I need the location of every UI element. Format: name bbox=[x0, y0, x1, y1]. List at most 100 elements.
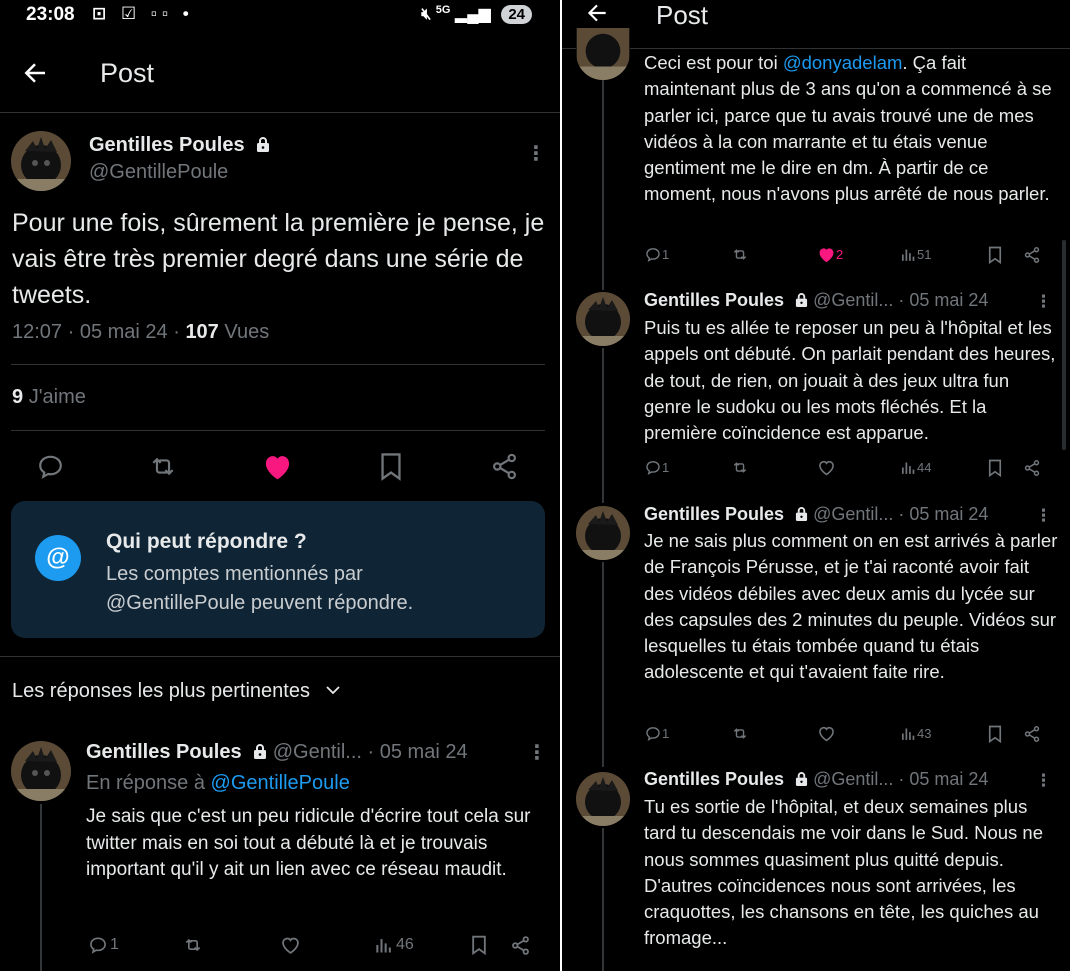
reply-icon[interactable] bbox=[36, 452, 65, 481]
like-count: 2 bbox=[836, 247, 844, 262]
repost-icon[interactable] bbox=[730, 459, 750, 476]
reply-more-options-icon[interactable]: ⋮ bbox=[527, 743, 547, 763]
bookmark-icon[interactable] bbox=[987, 246, 1003, 264]
post-time: 12:07 · 05 mai 24 · bbox=[12, 321, 180, 343]
views-icon bbox=[376, 939, 391, 953]
in-reply-prefix: En réponse à bbox=[86, 772, 205, 794]
lock-icon bbox=[257, 137, 270, 152]
reply-count: 1 bbox=[662, 247, 670, 262]
post-date: · 05 mai 24 bbox=[898, 290, 989, 310]
lock-icon bbox=[795, 772, 808, 786]
author-avatar[interactable] bbox=[11, 131, 71, 191]
more-options-icon[interactable]: ⋮ bbox=[1035, 507, 1052, 524]
bookmark-icon[interactable] bbox=[378, 452, 404, 481]
thread-post-text: Puis tu es allée te reposer un peu à l'h… bbox=[644, 317, 1056, 444]
bookmark-icon[interactable] bbox=[987, 725, 1003, 743]
share-icon[interactable] bbox=[1023, 725, 1041, 743]
views-count: 46 bbox=[396, 936, 414, 953]
repost-icon[interactable] bbox=[182, 935, 204, 955]
like-button[interactable]: 2 bbox=[817, 246, 843, 263]
author-name[interactable]: Gentilles Poules bbox=[644, 769, 784, 789]
reply-author-name[interactable]: Gentilles Poules bbox=[86, 741, 242, 763]
thread-line bbox=[602, 562, 604, 767]
replies-sort-dropdown[interactable]: Les réponses les plus pertinentes bbox=[12, 680, 342, 703]
thread-line bbox=[40, 804, 42, 971]
header: Post bbox=[0, 46, 560, 102]
author-name[interactable]: Gentilles Poules bbox=[644, 504, 784, 524]
header-title: Post bbox=[656, 0, 709, 30]
like-outline-icon[interactable] bbox=[817, 725, 836, 742]
like-outline-icon[interactable] bbox=[817, 459, 836, 476]
reply-icon bbox=[90, 937, 106, 954]
lock-icon bbox=[254, 744, 267, 759]
views-button[interactable]: 43 bbox=[900, 725, 931, 742]
views-label: Vues bbox=[224, 321, 270, 343]
reply-author-avatar[interactable] bbox=[11, 741, 71, 801]
views-button[interactable]: 51 bbox=[900, 246, 931, 263]
battery-badge: 24 bbox=[501, 5, 532, 24]
author-name[interactable]: Gentilles Poules bbox=[89, 134, 245, 156]
status-icons: ⊡ ☑ ▫▫ • bbox=[92, 4, 194, 23]
author-handle[interactable]: @Gentil... bbox=[813, 769, 893, 789]
views-count: 51 bbox=[917, 247, 932, 262]
views-icon bbox=[901, 728, 915, 740]
author-avatar[interactable] bbox=[576, 772, 630, 826]
like-icon bbox=[819, 248, 834, 263]
status-time: 23:08 bbox=[26, 4, 75, 25]
author-avatar[interactable] bbox=[576, 28, 630, 80]
views-count: 43 bbox=[917, 726, 932, 741]
reply-date: · 05 mai 24 bbox=[367, 741, 468, 763]
views-count: 107 bbox=[185, 321, 219, 343]
repost-icon[interactable] bbox=[730, 246, 750, 263]
left-screenshot-panel: 23:08 ⊡ ☑ ▫▫ • 🔇︎ 5G ▂▄▆ 24 Post Gentill… bbox=[0, 0, 560, 971]
likes-divider bbox=[11, 430, 545, 431]
reply-author-handle[interactable]: @Gentil... bbox=[273, 741, 362, 763]
author-handle[interactable]: @Gentil... bbox=[813, 504, 893, 524]
scrollbar[interactable] bbox=[1062, 240, 1066, 450]
header-divider bbox=[0, 112, 560, 113]
author-handle[interactable]: @GentillePoule bbox=[89, 161, 228, 184]
more-options-icon[interactable]: ⋮ bbox=[1035, 772, 1052, 789]
author-handle[interactable]: @Gentil... bbox=[813, 290, 893, 310]
chevron-down-icon bbox=[325, 686, 340, 695]
views-button[interactable]: 44 bbox=[900, 459, 931, 476]
author-avatar[interactable] bbox=[576, 292, 630, 346]
meta-divider bbox=[11, 364, 545, 365]
post-text-part: Ceci est pour toi bbox=[644, 52, 778, 73]
repost-icon[interactable] bbox=[148, 452, 178, 481]
reply-icon bbox=[646, 248, 660, 262]
reply-button[interactable]: 1 bbox=[644, 459, 669, 476]
reply-count: 1 bbox=[110, 936, 119, 953]
bookmark-icon[interactable] bbox=[470, 935, 488, 955]
repost-icon[interactable] bbox=[730, 725, 750, 742]
share-icon[interactable] bbox=[1023, 246, 1041, 264]
back-arrow-icon[interactable] bbox=[20, 58, 50, 94]
bookmark-icon[interactable] bbox=[987, 459, 1003, 477]
mention-link[interactable]: @donyadelam bbox=[783, 52, 903, 73]
reply-reply-button[interactable]: 1 bbox=[88, 935, 119, 955]
views-icon bbox=[901, 462, 915, 474]
share-icon[interactable] bbox=[510, 935, 531, 956]
more-options-icon[interactable]: ⋮ bbox=[526, 144, 546, 164]
reply-button[interactable]: 1 bbox=[644, 246, 669, 263]
views-icon bbox=[901, 249, 915, 261]
author-name[interactable]: Gentilles Poules bbox=[644, 290, 784, 310]
thread-post-text: Tu es sortie de l'hôpital, et deux semai… bbox=[644, 796, 1044, 949]
like-outline-icon[interactable] bbox=[280, 935, 301, 955]
in-reply-handle[interactable]: @GentillePoule bbox=[211, 772, 350, 794]
more-options-icon[interactable]: ⋮ bbox=[1035, 293, 1052, 310]
reply-count: 1 bbox=[662, 726, 670, 741]
reply-button[interactable]: 1 bbox=[644, 725, 669, 742]
like-icon[interactable] bbox=[262, 452, 293, 481]
share-icon[interactable] bbox=[1023, 459, 1041, 477]
thread-post-header: Gentilles Poules @Gentil... · 05 mai 24 bbox=[644, 769, 988, 790]
likes-summary[interactable]: 9 J'aime bbox=[12, 386, 86, 409]
signal-icon: ▂▄▆ bbox=[454, 6, 491, 23]
share-icon[interactable] bbox=[490, 452, 519, 481]
post-date: · 05 mai 24 bbox=[898, 504, 989, 524]
author-avatar[interactable] bbox=[576, 506, 630, 560]
thread-post-text: Je ne sais plus comment on en est arrivé… bbox=[644, 530, 1058, 683]
reply-header: Gentilles Poules @Gentil... · 05 mai 24 bbox=[86, 741, 468, 764]
header-divider bbox=[562, 48, 1070, 49]
views-button[interactable]: 46 bbox=[374, 935, 414, 955]
